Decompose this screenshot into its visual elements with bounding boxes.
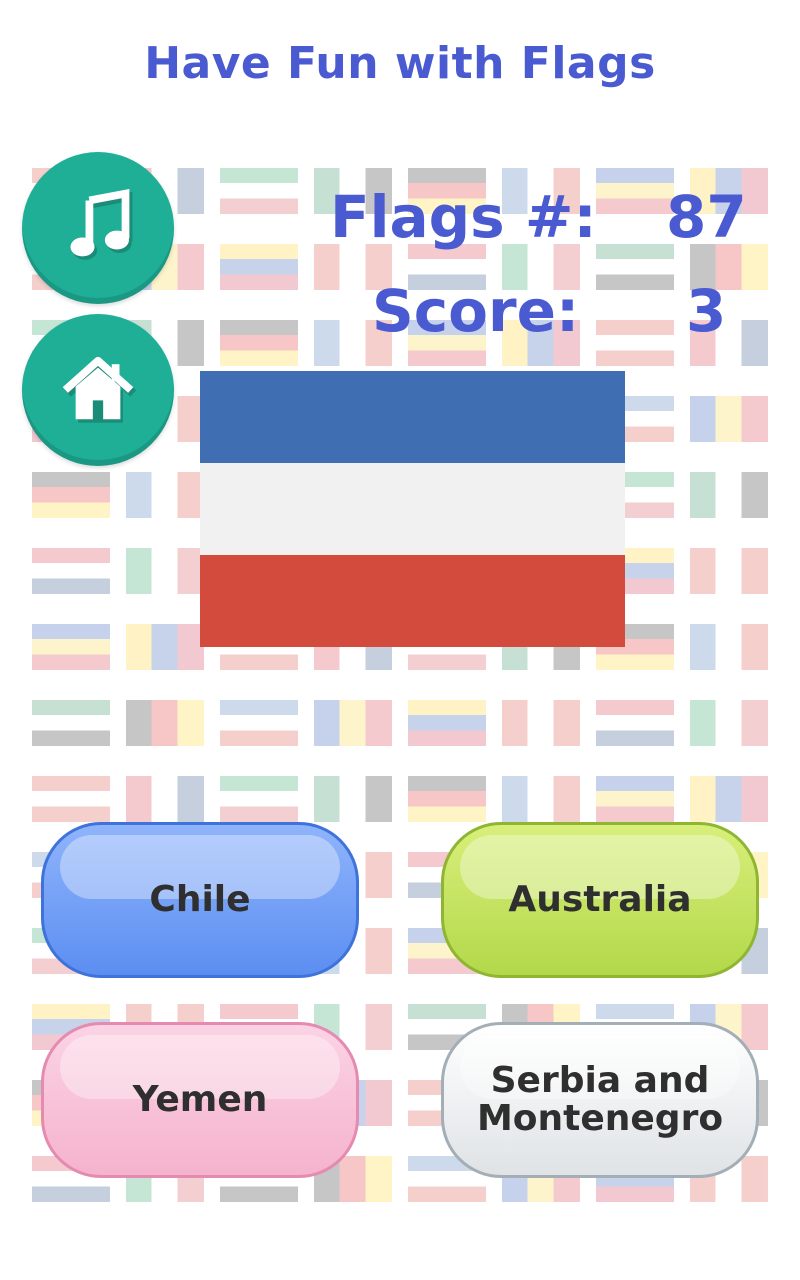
answer-button-3[interactable]: Yemen — [41, 1022, 359, 1178]
background-flag-tile — [126, 700, 204, 746]
flag-band-blue — [200, 371, 625, 463]
background-flag-tile — [690, 472, 768, 518]
app-title: Have Fun with Flags — [144, 38, 656, 89]
home-button[interactable] — [22, 314, 174, 466]
answer-label: Australia — [508, 879, 692, 921]
flag-band-white — [200, 463, 625, 555]
answer-button-4[interactable]: Serbia and Montenegro — [441, 1022, 759, 1178]
background-flag-tile — [596, 320, 674, 366]
flags-count-value: 87 — [666, 183, 747, 251]
background-flag-tile — [126, 776, 204, 822]
score-value: 3 — [686, 277, 727, 345]
music-button[interactable] — [22, 152, 174, 304]
background-flag-tile — [126, 548, 204, 594]
background-flag-tile — [690, 624, 768, 670]
flags-count-label: Flags #: — [330, 183, 597, 251]
background-flag-tile — [32, 624, 110, 670]
background-flag-tile — [408, 776, 486, 822]
background-flag-tile — [596, 700, 674, 746]
background-flag-tile — [32, 472, 110, 518]
score-label: Score: — [372, 277, 580, 345]
background-flag-tile — [314, 700, 392, 746]
background-flag-tile — [596, 776, 674, 822]
answer-label: Serbia and Montenegro — [476, 1060, 724, 1139]
background-flag-tile — [126, 472, 204, 518]
background-flag-tile — [220, 776, 298, 822]
music-note-icon — [70, 188, 133, 260]
background-flag-tile — [502, 776, 580, 822]
answer-label: Chile — [149, 879, 251, 921]
background-flag-tile — [502, 700, 580, 746]
background-flag-tile — [690, 776, 768, 822]
answer-button-1[interactable]: Chile — [41, 822, 359, 978]
background-flag-tile — [408, 700, 486, 746]
background-flag-tile — [220, 700, 298, 746]
background-flag-tile — [32, 700, 110, 746]
background-flag-tile — [220, 244, 298, 290]
flag-band-red — [200, 555, 625, 647]
background-flag-tile — [126, 624, 204, 670]
background-flag-tile — [32, 548, 110, 594]
answer-label: Yemen — [132, 1079, 268, 1121]
background-flag-tile — [220, 320, 298, 366]
question-flag-image — [200, 371, 625, 647]
answer-button-2[interactable]: Australia — [441, 822, 759, 978]
background-flag-tile — [690, 700, 768, 746]
background-flag-tile — [596, 244, 674, 290]
background-flag-tile — [314, 776, 392, 822]
background-flag-tile — [220, 168, 298, 214]
background-flag-tile — [690, 396, 768, 442]
background-flag-tile — [690, 548, 768, 594]
background-flag-tile — [32, 776, 110, 822]
home-icon — [62, 356, 137, 423]
background-flag-tile — [596, 168, 674, 214]
